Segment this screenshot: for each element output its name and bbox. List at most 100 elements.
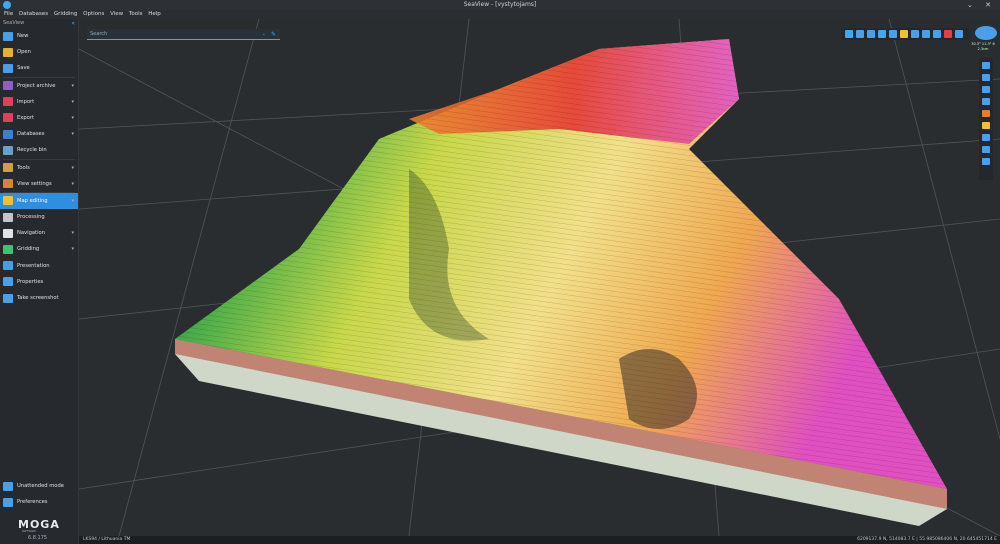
sidebar-item-take-screenshot[interactable]: Take screenshot xyxy=(0,290,78,306)
side-tool-icon[interactable] xyxy=(982,86,990,93)
side-tool-icon[interactable] xyxy=(982,134,990,141)
chevron-down-icon: ▾ xyxy=(71,246,74,253)
sidebar-item-label: Processing xyxy=(17,214,45,221)
toolbar-tool-icon[interactable] xyxy=(955,30,963,38)
window-controls[interactable]: ⌄ ✕ xyxy=(967,0,996,10)
side-tool-icon[interactable] xyxy=(982,110,990,117)
chevron-down-icon: ▾ xyxy=(71,197,74,204)
3d-viewport[interactable] xyxy=(79,19,1000,536)
sidebar-item-label: Import xyxy=(17,98,35,105)
toolbar-tool-icon[interactable] xyxy=(944,30,952,38)
screenshot-icon xyxy=(3,293,13,303)
presentation-icon xyxy=(3,261,13,271)
sidebar: SeaView « New Open Save Project archive ▾ Imp… xyxy=(0,19,79,544)
cloud-icon xyxy=(3,481,13,491)
sidebar-item-label: New xyxy=(17,33,29,39)
side-tool-icon[interactable] xyxy=(982,98,990,105)
sidebar-item-map-editing[interactable]: Map editing ▾ xyxy=(0,192,78,210)
side-tool-icon[interactable] xyxy=(982,146,990,153)
menu-options[interactable]: Options xyxy=(83,10,104,19)
menu-help[interactable]: Help xyxy=(148,10,161,19)
sidebar-title: SeaView xyxy=(3,20,25,26)
3d-scene[interactable] xyxy=(79,19,1000,536)
chevron-down-icon[interactable]: ⌄ xyxy=(262,29,266,40)
sidebar-item-new[interactable]: New xyxy=(0,28,78,44)
archive-icon xyxy=(3,81,13,91)
side-tool-icon[interactable] xyxy=(982,122,990,129)
compass-label: 30.3° 11.3° 6 2.3cm xyxy=(971,42,995,51)
side-tool-icon[interactable] xyxy=(982,74,990,81)
toolbar-tool-icon[interactable] xyxy=(867,30,875,38)
menu-tools[interactable]: Tools xyxy=(129,10,143,19)
sidebar-item-preferences[interactable]: Preferences xyxy=(0,494,78,510)
sidebar-item-properties[interactable]: Properties xyxy=(0,274,78,290)
sidebar-item-label: Tools xyxy=(17,164,30,171)
sidebar-item-processing[interactable]: Processing xyxy=(0,209,78,225)
projection-label: LKS94 / Lithuania TM xyxy=(83,537,131,542)
sidebar-item-label: Properties xyxy=(17,278,44,285)
toolbar-tool-icon[interactable] xyxy=(845,30,853,38)
sidebar-item-presentation[interactable]: Presentation xyxy=(0,258,78,274)
menu-bar: File Databases Gridding Options View Too… xyxy=(0,10,1000,19)
sidebar-item-gridding[interactable]: Gridding ▾ xyxy=(0,241,78,257)
navigation-icon xyxy=(3,228,13,238)
folder-open-icon xyxy=(3,47,13,57)
export-icon xyxy=(3,113,13,123)
sidebar-item-label: Take screenshot xyxy=(17,295,59,301)
sidebar-item-export[interactable]: Export ▾ xyxy=(0,110,78,126)
search-placeholder: Search xyxy=(90,31,108,37)
menu-gridding[interactable]: Gridding xyxy=(54,10,78,19)
right-toolbar xyxy=(979,58,993,180)
map-editing-icon xyxy=(3,196,13,206)
compass-icon[interactable] xyxy=(975,26,997,40)
database-icon xyxy=(3,129,13,139)
toolbar-tool-icon[interactable] xyxy=(856,30,864,38)
menu-file[interactable]: File xyxy=(4,10,13,19)
tools-icon xyxy=(3,163,13,172)
chevron-down-icon: ▾ xyxy=(71,131,74,138)
pencil-icon[interactable]: ✎ xyxy=(271,29,276,40)
sidebar-item-import[interactable]: Import ▾ xyxy=(0,94,78,110)
new-icon xyxy=(3,31,13,41)
logo-subtitle: SOFTWARE xyxy=(22,530,36,533)
collapse-icon[interactable]: « xyxy=(71,19,75,28)
sidebar-item-label: Navigation xyxy=(17,230,45,237)
sidebar-item-project-archive[interactable]: Project archive ▾ xyxy=(0,78,78,94)
menu-databases[interactable]: Databases xyxy=(19,10,48,19)
sidebar-item-save[interactable]: Save xyxy=(0,60,78,76)
sidebar-item-label: Presentation xyxy=(17,262,50,269)
sidebar-items: New Open Save Project archive ▾ Import ▾ Export… xyxy=(0,28,78,306)
gridding-icon xyxy=(3,244,13,254)
sidebar-item-open[interactable]: Open xyxy=(0,44,78,60)
side-tool-icon[interactable] xyxy=(982,62,990,69)
toolbar-tool-icon[interactable] xyxy=(889,30,897,38)
sidebar-item-recycle-bin[interactable]: Recycle bin xyxy=(0,142,78,158)
title-bar: SeaView - [vystytojams] ⌄ ✕ xyxy=(0,0,1000,10)
toolbar-tool-icon[interactable] xyxy=(933,30,941,38)
gear-icon xyxy=(3,497,13,507)
sidebar-item-label: View settings xyxy=(17,180,52,187)
sidebar-item-view-settings[interactable]: View settings ▾ xyxy=(0,176,78,192)
save-icon xyxy=(3,63,13,73)
sidebar-item-tools[interactable]: Tools ▾ xyxy=(0,160,78,176)
toolbar-tool-icon[interactable] xyxy=(878,30,886,38)
toolbar-tool-icon[interactable] xyxy=(911,30,919,38)
sidebar-item-databases[interactable]: Databases ▾ xyxy=(0,126,78,142)
import-icon xyxy=(3,97,13,107)
toolbar-tool-icon[interactable] xyxy=(900,30,908,38)
sidebar-header: SeaView « xyxy=(0,19,78,28)
side-tool-icon[interactable] xyxy=(982,158,990,165)
toolbar-tool-icon[interactable] xyxy=(922,30,930,38)
sidebar-item-navigation[interactable]: Navigation ▾ xyxy=(0,225,78,241)
sidebar-item-label: Export xyxy=(17,114,34,121)
search-input[interactable]: Search ⌄ ✎ xyxy=(87,29,280,40)
menu-view[interactable]: View xyxy=(110,10,123,19)
coordinate-readout: 6209137.9 N, 514083.7 E | 55.985086406 N… xyxy=(857,537,997,542)
sidebar-item-unattended-mode[interactable]: Unattended mode xyxy=(0,478,78,494)
status-bar: LKS94 / Lithuania TM 6209137.9 N, 514083… xyxy=(79,536,1000,544)
chevron-down-icon: ▾ xyxy=(71,98,74,105)
sidebar-bottom: Unattended mode Preferences xyxy=(0,478,78,510)
chevron-down-icon: ▾ xyxy=(71,82,74,89)
sidebar-item-label: Open xyxy=(17,49,31,56)
view-toolbar xyxy=(842,28,970,40)
